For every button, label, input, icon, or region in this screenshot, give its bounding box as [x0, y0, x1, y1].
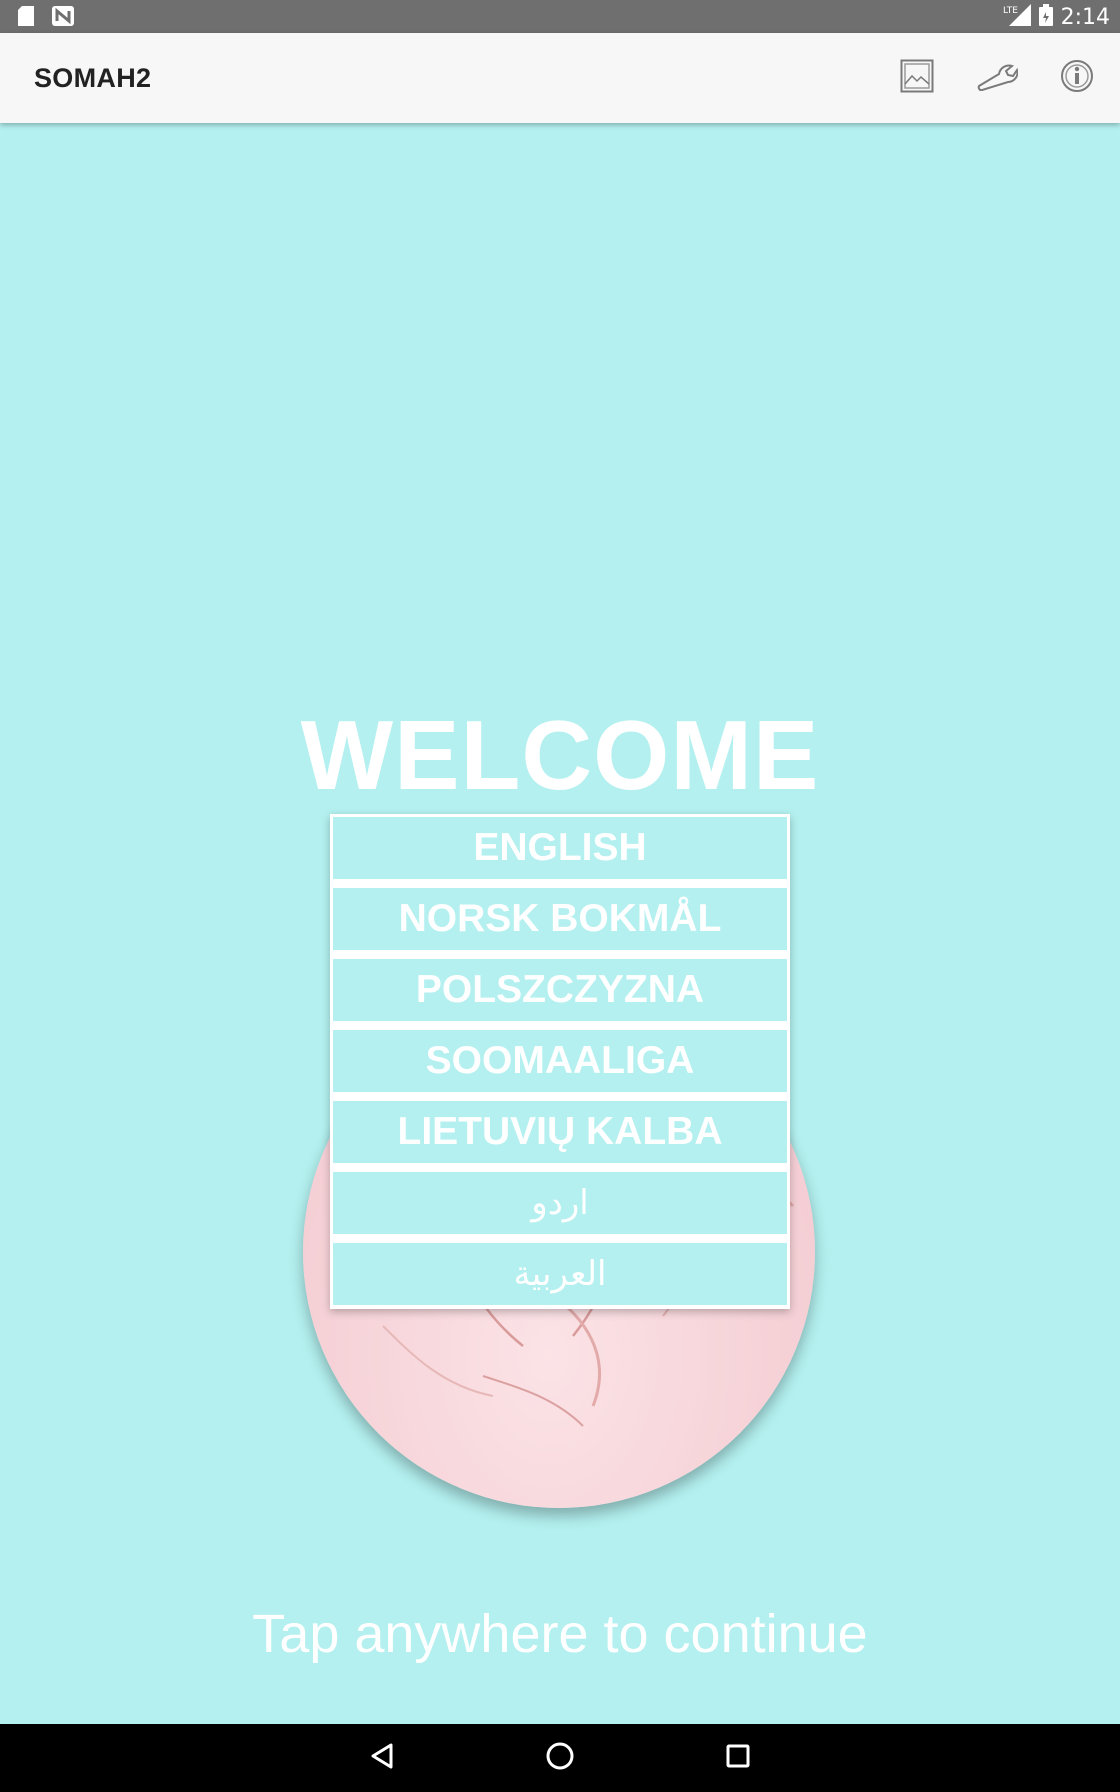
n-notification-icon	[52, 6, 74, 31]
language-option-urdu[interactable]: اردو	[333, 1172, 787, 1234]
back-button[interactable]	[362, 1738, 402, 1778]
language-option-polszczyzna[interactable]: POLSZCZYZNA	[333, 959, 787, 1021]
welcome-heading: WELCOME	[300, 700, 820, 810]
back-icon	[369, 1742, 395, 1775]
sd-card-icon	[18, 6, 34, 31]
welcome-screen[interactable]: WELCOME ENGLISH NORSK BOKMÅL POLSZCZYZNA…	[0, 123, 1120, 1724]
status-bar: LTE 2:14	[0, 0, 1120, 33]
language-option-english[interactable]: ENGLISH	[333, 817, 787, 879]
recents-icon	[725, 1743, 751, 1774]
svg-text:LTE: LTE	[1003, 6, 1018, 16]
language-option-arabic[interactable]: العربية	[333, 1243, 787, 1305]
wrench-icon	[976, 61, 1019, 96]
app-title: SOMAH2	[34, 63, 152, 93]
language-option-norsk-bokmal[interactable]: NORSK BOKMÅL	[333, 888, 787, 950]
status-clock: 2:14	[1060, 4, 1110, 30]
navigation-bar	[0, 1724, 1120, 1792]
lte-signal-icon: LTE	[1003, 3, 1031, 31]
home-button[interactable]	[540, 1738, 580, 1778]
app-bar: SOMAH2	[0, 33, 1120, 123]
app-bar-actions	[896, 57, 1098, 99]
image-button[interactable]	[896, 57, 938, 99]
language-option-lietuviu-kalba[interactable]: LIETUVIŲ KALBA	[333, 1101, 787, 1163]
settings-button[interactable]	[976, 57, 1019, 99]
home-icon	[545, 1741, 575, 1776]
language-option-soomaaliga[interactable]: SOOMAALIGA	[333, 1030, 787, 1092]
recents-button[interactable]	[718, 1738, 758, 1778]
info-button[interactable]	[1056, 57, 1098, 99]
info-icon	[1060, 59, 1094, 98]
language-list: ENGLISH NORSK BOKMÅL POLSZCZYZNA SOOMAAL…	[330, 814, 790, 1309]
tap-to-continue-hint: Tap anywhere to continue	[252, 1604, 868, 1664]
battery-icon	[1038, 3, 1053, 31]
image-icon	[900, 59, 934, 98]
